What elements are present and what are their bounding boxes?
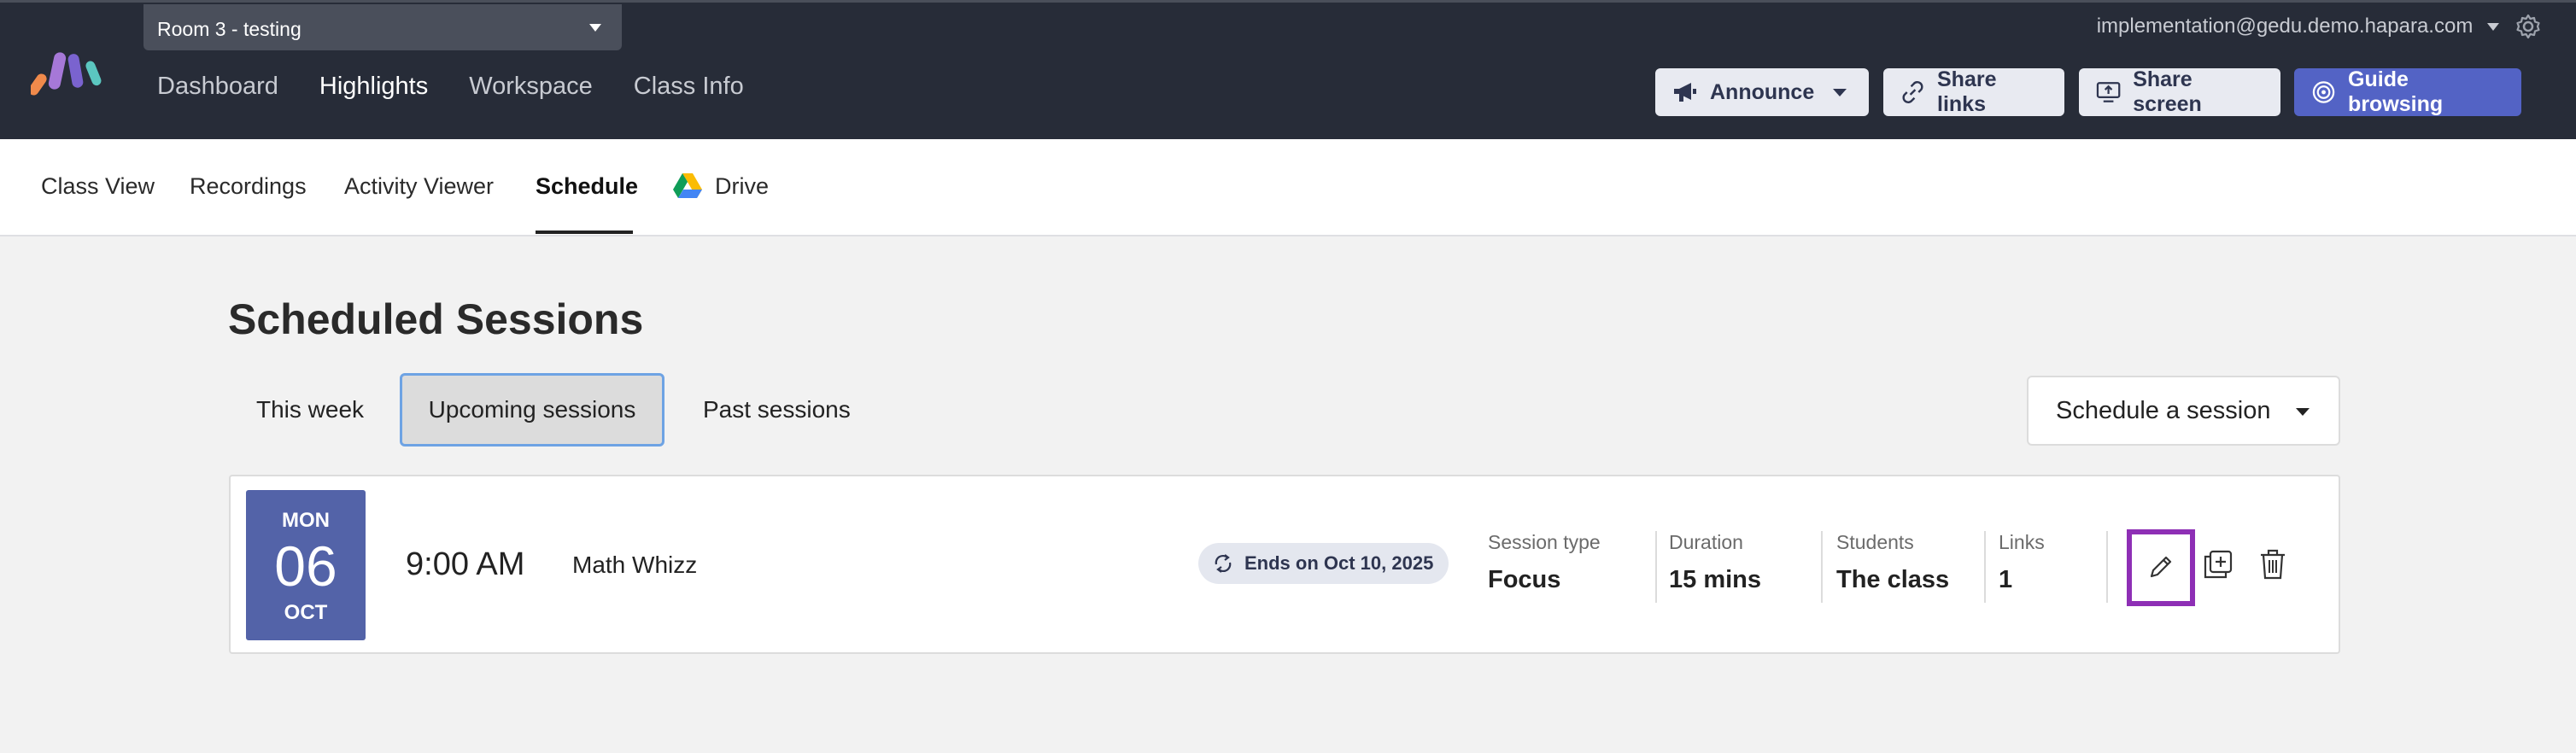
- edit-session-button[interactable]: [2127, 529, 2195, 606]
- chevron-down-icon[interactable]: [1833, 88, 1847, 96]
- session-month: OCT: [284, 601, 328, 624]
- meta-value: 15 mins: [1669, 566, 1761, 593]
- page-title: Scheduled Sessions: [228, 295, 644, 343]
- tab-schedule[interactable]: Schedule: [536, 173, 638, 200]
- screen-share-icon: [2096, 82, 2121, 102]
- meta-label: Links: [1999, 531, 2045, 553]
- account-email: implementation@gedu.demo.hapara.com: [2096, 15, 2474, 38]
- trash-icon[interactable]: [2258, 548, 2287, 581]
- session-name: Math Whizz: [572, 552, 698, 578]
- pencil-icon: [2150, 556, 2172, 578]
- session-time: 9:00 AM: [406, 546, 525, 582]
- session-students: Students The class: [1836, 531, 1949, 604]
- session-card[interactable]: MON 06 OCT 9:00 AM Math Whizz Ends on Oc…: [229, 475, 2340, 654]
- recurrence-label: Ends on Oct 10, 2025: [1244, 552, 1434, 574]
- target-icon: [2312, 81, 2335, 103]
- megaphone-icon: [1674, 83, 1696, 102]
- nav-workspace[interactable]: Workspace: [469, 73, 593, 101]
- google-drive-icon: [673, 173, 702, 198]
- filter-label: Past sessions: [703, 396, 851, 423]
- room-select-label: Room 3 - testing: [157, 18, 302, 40]
- session-weekday: MON: [282, 509, 330, 532]
- divider: [1984, 531, 1986, 603]
- session-type: Session type Focus: [1488, 531, 1601, 604]
- nav-highlights[interactable]: Highlights: [319, 73, 428, 101]
- divider: [1821, 531, 1823, 603]
- announce-button[interactable]: Announce: [1655, 68, 1869, 116]
- link-icon: [1902, 81, 1923, 103]
- recurrence-badge: Ends on Oct 10, 2025: [1198, 543, 1449, 584]
- session-date: MON 06 OCT: [246, 490, 366, 640]
- duplicate-icon[interactable]: [2202, 548, 2234, 581]
- share-links-label: Share links: [1937, 67, 1997, 116]
- announce-label: Announce: [1710, 79, 1815, 104]
- nav-dashboard[interactable]: Dashboard: [157, 73, 278, 101]
- share-screen-button[interactable]: Share screen: [2079, 67, 2280, 116]
- account-menu[interactable]: implementation@gedu.demo.hapara.com: [2097, 15, 2499, 38]
- guide-browsing-label: Guide browsing: [2348, 67, 2444, 116]
- schedule-session-button[interactable]: Schedule a session: [2027, 376, 2340, 446]
- meta-label: Students: [1836, 531, 1914, 553]
- share-screen-label: Share screen: [2133, 67, 2202, 116]
- tab-activity-viewer[interactable]: Activity Viewer: [344, 173, 494, 200]
- meta-label: Session type: [1488, 531, 1601, 553]
- room-select[interactable]: Room 3 - testing: [143, 4, 622, 50]
- meta-label: Duration: [1669, 531, 1743, 553]
- share-links-button[interactable]: Share links: [1883, 67, 2064, 116]
- filter-label: Upcoming sessions: [428, 396, 636, 423]
- main-nav: Dashboard Highlights Workspace Class Inf…: [157, 73, 744, 101]
- meta-value: Focus: [1488, 566, 1561, 593]
- chevron-down-icon: [2296, 408, 2310, 416]
- session-duration: Duration 15 mins: [1669, 531, 1761, 604]
- tab-drive[interactable]: Drive: [715, 173, 769, 200]
- repeat-icon: [1215, 554, 1232, 573]
- session-links: Links 1: [1999, 531, 2045, 604]
- meta-value: The class: [1836, 566, 1950, 593]
- filter-label: This week: [256, 396, 365, 423]
- active-tab-indicator: [536, 231, 633, 234]
- nav-class-info[interactable]: Class Info: [634, 73, 744, 101]
- guide-browsing-button[interactable]: Guide browsing: [2294, 67, 2521, 116]
- filter-this-week[interactable]: This week: [256, 373, 364, 447]
- schedule-session-label: Schedule a session: [2056, 396, 2271, 424]
- gear-icon[interactable]: [2515, 13, 2542, 40]
- divider: [1655, 531, 1657, 603]
- top-bar: Room 3 - testing Dashboard Highlights Wo…: [0, 0, 2576, 139]
- divider: [2106, 531, 2108, 603]
- hapara-logo[interactable]: [31, 49, 106, 100]
- session-day: 06: [274, 534, 337, 598]
- chevron-down-icon: [2487, 23, 2499, 32]
- filter-upcoming-sessions[interactable]: Upcoming sessions: [400, 373, 664, 447]
- sub-nav: Class View Recordings Activity Viewer Sc…: [0, 139, 2576, 236]
- tab-class-view[interactable]: Class View: [41, 173, 155, 200]
- chevron-down-icon: [589, 24, 601, 32]
- filter-past-sessions[interactable]: Past sessions: [703, 373, 851, 447]
- tab-recordings[interactable]: Recordings: [190, 173, 307, 200]
- meta-value: 1: [1999, 566, 2013, 593]
